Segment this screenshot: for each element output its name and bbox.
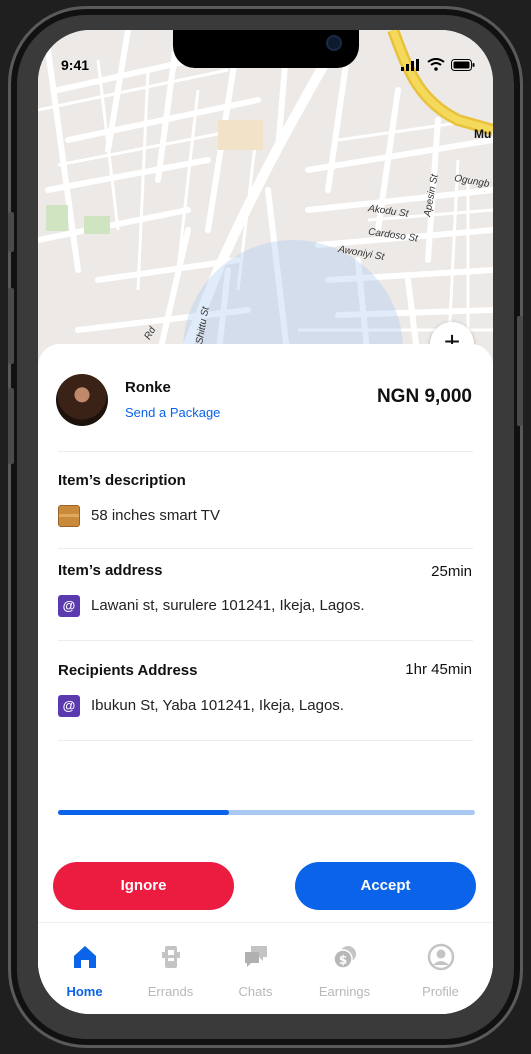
avatar — [56, 374, 108, 426]
tab-label: Home — [66, 984, 103, 999]
side-button-volume-up — [8, 288, 14, 364]
user-name: Ronke — [125, 379, 171, 396]
item-description-value: 58 inches smart TV — [91, 507, 220, 524]
tab-label: Errands — [147, 984, 194, 999]
divider — [58, 640, 473, 641]
side-button-mute — [8, 212, 14, 252]
status-icons — [401, 58, 475, 71]
recipient-address-title: Recipients Address — [58, 662, 198, 679]
package-icon — [58, 505, 80, 527]
tab-profile[interactable]: Profile — [395, 943, 486, 999]
battery-icon — [451, 59, 475, 71]
tab-chats[interactable]: Chats — [210, 943, 301, 999]
divider — [58, 548, 473, 549]
item-address-value: Lawani st, surulere 101241, Ikeja, Lagos… — [91, 597, 365, 614]
tab-home[interactable]: Home — [39, 943, 130, 999]
errands-icon — [161, 946, 180, 968]
divider — [58, 740, 473, 741]
progress-fill — [58, 810, 229, 815]
progress-bar — [58, 810, 475, 815]
earnings-icon: $ — [332, 946, 356, 969]
camera-icon — [326, 35, 342, 51]
tab-label: Chats — [238, 984, 273, 999]
request-type-link[interactable]: Send a Package — [125, 405, 220, 420]
side-button-power — [517, 316, 523, 426]
home-icon — [73, 946, 96, 968]
side-button-volume-down — [8, 388, 14, 464]
tab-earnings[interactable]: $ Earnings — [299, 943, 390, 999]
divider — [58, 451, 473, 452]
notch — [173, 30, 359, 68]
status-time: 9:41 — [61, 57, 90, 73]
chats-icon — [244, 946, 267, 967]
request-sheet: Ronke Send a Package NGN 9,000 Item’s de… — [38, 344, 493, 1014]
price: NGN 9,000 — [376, 386, 472, 407]
at-icon: @ — [58, 695, 80, 717]
signal-icon — [401, 59, 419, 71]
item-description-title: Item’s description — [58, 472, 186, 489]
tab-bar: Home Errands Chats $ Earnings Profile — [38, 922, 493, 1014]
item-address-eta: 25min — [431, 563, 472, 580]
screen: Mu Ogungb Apesin St Akodu St Cardoso St … — [38, 30, 493, 1014]
at-icon: @ — [58, 595, 80, 617]
map-view[interactable]: Mu Ogungb Apesin St Akodu St Cardoso St … — [38, 30, 493, 370]
accept-button[interactable]: Accept — [295, 862, 476, 910]
tab-label: Earnings — [318, 984, 371, 999]
wifi-icon — [427, 58, 445, 71]
recipient-address-eta: 1hr 45min — [405, 661, 472, 678]
recipient-address-value: Ibukun St, Yaba 101241, Ikeja, Lagos. — [91, 697, 344, 714]
map-label-mu: Mu — [474, 127, 492, 141]
svg-text:$: $ — [338, 953, 346, 967]
item-address-title: Item’s address — [58, 562, 163, 579]
tab-errands[interactable]: Errands — [125, 943, 216, 999]
profile-icon — [427, 943, 454, 971]
ignore-button[interactable]: Ignore — [53, 862, 234, 910]
tab-label: Profile — [422, 984, 459, 999]
